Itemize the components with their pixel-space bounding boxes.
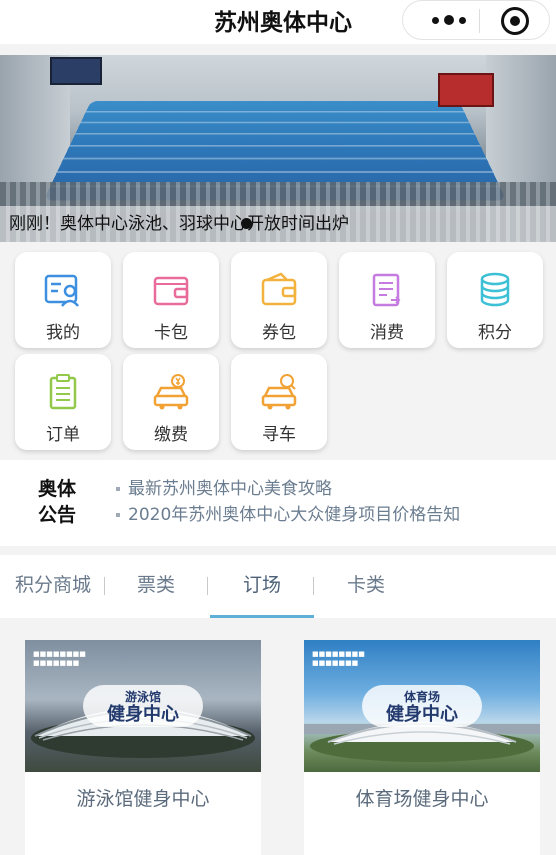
tab-points-mall[interactable]: 积分商城 xyxy=(0,555,106,615)
category-tabs: 积分商城 票类 订场 卡类 xyxy=(0,555,556,618)
venue-card-pill-subtitle: 游泳馆 xyxy=(124,690,161,704)
grid-item-label: 积分 xyxy=(478,323,512,343)
grid-item-label: 我的 xyxy=(46,323,80,343)
venue-card-image: ■■■■■■■■ ■■■■■■■ 游泳馆 健身中心 xyxy=(25,640,261,772)
announcement-item-text: 最新苏州奥体中心美食攻略 xyxy=(128,479,332,499)
car-payment-icon xyxy=(153,374,189,410)
announcement-bar: 奥体公告 最新苏州奥体中心美食攻略 2020年苏州奥体中心大众健身项目价格告知 xyxy=(0,460,556,546)
venue-card[interactable]: ■■■■■■■■ ■■■■■■■ 游泳馆 健身中心 游泳馆健身中心 xyxy=(25,640,261,855)
coins-icon xyxy=(480,272,510,307)
announcement-tag: 奥体公告 xyxy=(38,478,77,526)
venue-card-name: 游泳馆健身中心 xyxy=(76,788,210,810)
venue-card-image: ■■■■■■■■ ■■■■■■■ 体育场 健身中心 xyxy=(304,640,540,772)
venue-card-list: ■■■■■■■■ ■■■■■■■ 游泳馆 健身中心 游泳馆健身中心 ■■■■■■■… xyxy=(0,618,556,855)
grid-item-card-wallet[interactable]: 卡包 xyxy=(123,252,219,348)
banner-red-screen xyxy=(438,73,494,107)
coupon-wallet-icon xyxy=(261,272,297,306)
grid-item-label: 卡包 xyxy=(154,323,188,343)
more-icon[interactable] xyxy=(419,9,479,31)
grid-item-coupon[interactable]: 券包 xyxy=(231,252,327,348)
nav-bar: 苏州奥体中心 xyxy=(0,0,556,44)
venue-logo: ■■■■■■■■ ■■■■■■■ xyxy=(312,650,365,667)
venue-card-pill: 体育场 健身中心 xyxy=(362,685,482,727)
banner-caption: 刚刚！奥体中心泳池、羽球中心开放时间出炉 xyxy=(0,206,556,242)
banner-carousel[interactable]: 刚刚！奥体中心泳池、羽球中心开放时间出炉 xyxy=(0,55,556,242)
clipboard-icon xyxy=(49,374,77,410)
grid-item-points[interactable]: 积分 xyxy=(447,252,543,348)
feature-grid: 我的 卡包 券包 消费 积分 订单 缴费 寻车 xyxy=(0,242,556,460)
grid-item-label: 券包 xyxy=(262,323,296,343)
venue-card-pill-subtitle: 体育场 xyxy=(403,690,440,704)
grid-item-consumption[interactable]: 消费 xyxy=(339,252,435,348)
tab-venue-booking[interactable]: 订场 xyxy=(210,555,314,615)
carousel-indicator[interactable] xyxy=(241,218,252,229)
mini-program-capsule xyxy=(402,0,550,40)
announcement-item[interactable]: 2020年苏州奥体中心大众健身项目价格告知 xyxy=(116,502,460,528)
wallet-icon xyxy=(153,276,189,306)
grid-item-payment[interactable]: 缴费 xyxy=(123,354,219,450)
receipt-icon xyxy=(372,273,401,307)
venue-card-pill-title: 健身中心 xyxy=(386,704,458,725)
venue-card-name: 体育场健身中心 xyxy=(355,788,489,810)
venue-logo: ■■■■■■■■ ■■■■■■■ xyxy=(33,650,86,667)
tab-cards[interactable]: 卡类 xyxy=(316,555,416,615)
capsule-divider xyxy=(479,9,480,33)
venue-card[interactable]: ■■■■■■■■ ■■■■■■■ 体育场 健身中心 体育场健身中心 xyxy=(304,640,540,855)
car-search-icon xyxy=(261,374,297,410)
grid-item-label: 缴费 xyxy=(154,425,188,445)
tab-divider xyxy=(104,577,105,595)
grid-item-label: 订单 xyxy=(46,425,80,445)
grid-item-orders[interactable]: 订单 xyxy=(15,354,111,450)
user-card-icon xyxy=(44,274,79,307)
close-target-icon[interactable] xyxy=(501,7,529,35)
announcement-item-text: 2020年苏州奥体中心大众健身项目价格告知 xyxy=(128,505,461,525)
venue-card-pill-title: 健身中心 xyxy=(107,704,179,725)
venue-card-pill: 游泳馆 健身中心 xyxy=(83,685,203,727)
grid-item-mine[interactable]: 我的 xyxy=(15,252,111,348)
grid-item-label: 消费 xyxy=(370,323,404,343)
tab-divider xyxy=(207,577,208,595)
grid-item-label: 寻车 xyxy=(262,425,296,445)
announcement-item[interactable]: 最新苏州奥体中心美食攻略 xyxy=(116,476,460,502)
banner-scoreboard xyxy=(50,57,102,85)
announcement-list: 最新苏州奥体中心美食攻略 2020年苏州奥体中心大众健身项目价格告知 xyxy=(116,476,460,528)
tab-divider xyxy=(313,577,314,595)
grid-item-find-car[interactable]: 寻车 xyxy=(231,354,327,450)
tab-tickets[interactable]: 票类 xyxy=(106,555,206,615)
